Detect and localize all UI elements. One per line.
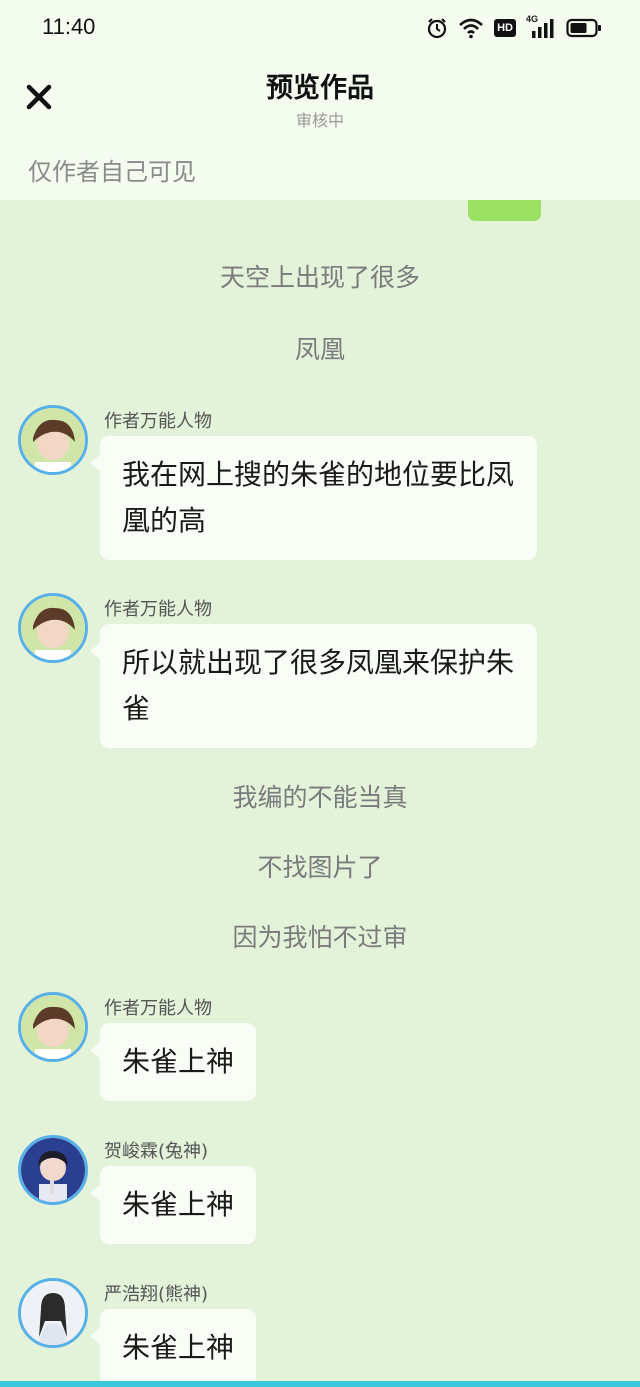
bottom-progress-bar (0, 1381, 640, 1387)
status-icons: HD 4G (426, 14, 602, 42)
narration-line: 因为我怕不过审 (232, 923, 408, 952)
avatar[interactable] (18, 1278, 88, 1348)
page-title: 预览作品 (266, 73, 374, 104)
visibility-note: 仅作者自己可见 (28, 158, 196, 186)
sender-name: 严浩翔(熊神) (104, 1284, 209, 1305)
header: 预览作品 审核中 (0, 56, 640, 136)
alarm-icon (426, 17, 448, 39)
battery-icon (566, 17, 602, 39)
narration-line: 凤凰 (294, 335, 345, 364)
top-bar: 11:40 HD 4G 预览作品 审核中 仅作者自己可见 (0, 0, 640, 200)
narration-line: 我编的不能当真 (232, 783, 408, 812)
avatar[interactable] (18, 1135, 88, 1205)
message-bubble[interactable]: 我在网上搜的朱雀的地位要比凤凰的高 (90, 436, 537, 560)
narration-line: 天空上出现了很多 (219, 263, 420, 292)
message-bubble[interactable]: 所以就出现了很多凤凰来保护朱雀 (90, 624, 537, 748)
signal-4g-icon: 4G (526, 14, 556, 39)
narration-line: 不找图片了 (257, 853, 383, 882)
sender-name: 作者万能人物 (104, 599, 212, 620)
sender-name: 贺峻霖(兔神) (104, 1141, 209, 1162)
message-bubble[interactable]: 朱雀上神 (89, 1023, 257, 1101)
sender-name: 作者万能人物 (104, 998, 212, 1019)
hd-icon: HD (494, 19, 516, 37)
message-bubble[interactable]: 朱雀上神 (89, 1166, 257, 1244)
sender-name: 作者万能人物 (104, 411, 212, 432)
avatar[interactable] (18, 593, 88, 663)
avatar[interactable] (18, 405, 88, 475)
wifi-icon (458, 17, 484, 39)
chat-area[interactable]: 天空上出现了很多 凤凰 作者万能人物 我在网上搜的朱雀的地位要比凤凰的高 作者万… (0, 200, 640, 1387)
status-bar: 11:40 HD 4G (0, 0, 640, 56)
review-status: 审核中 (295, 111, 344, 130)
avatar[interactable] (18, 992, 88, 1062)
status-time: 11:40 (42, 14, 96, 39)
message-bubble[interactable]: 朱雀上神 (89, 1309, 257, 1387)
